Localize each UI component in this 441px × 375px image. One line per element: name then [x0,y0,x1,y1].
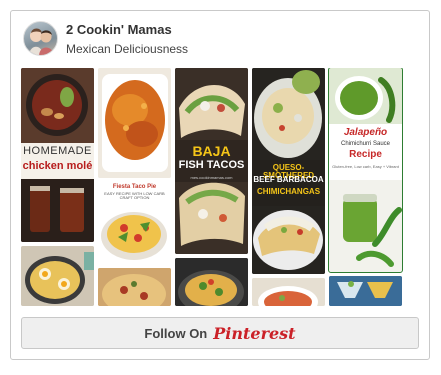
baja-title-line1: BAJA [192,143,231,159]
pin-baja-fish-tacos[interactable]: BAJA FISH TACOS mes.cookinmamas.com [175,68,248,254]
pin-fiesta-taco-pie[interactable]: Fiesta Taco Pie EASY RECIPE WITH LOW CAR… [98,182,171,264]
board-name[interactable]: Mexican Deliciousness [66,42,188,56]
profile-name[interactable]: 2 Cookin' Mamas [66,22,172,37]
mole-title-line2: chicken molé [22,160,93,172]
mole-title-line1: HOMEMADE [23,145,92,157]
chimi-title-line2: BEEF BARBACOA [253,175,324,184]
pin-pizza[interactable] [98,268,171,306]
pin-soup[interactable] [252,278,325,306]
fiesta-title: Fiesta Taco Pie [112,184,157,190]
pin-chimichangas[interactable]: QUESO-SMOTHERED BEEF BARBACOA CHIMICHANG… [252,68,325,274]
baja-site: mes.cookinmamas.com [190,175,233,180]
chimichurri-photo-icon [329,68,402,272]
pin-eggs-skillet[interactable] [21,246,94,306]
salsa-title-line3: Recipe [349,149,382,160]
baja-title-line2: FISH TACOS [178,159,245,171]
profile-avatar[interactable] [23,21,58,56]
pin-nachos[interactable] [175,258,248,306]
follow-label: Follow On [144,325,208,341]
chimi-title-line3: CHIMICHANGAS [256,187,321,196]
avatar-photo-icon [29,28,54,55]
margarita-photo-icon [329,276,402,306]
pin-margarita[interactable] [329,276,402,306]
skillet-photo-icon [21,246,94,306]
salsa-title-line1: Jalapeño [343,127,388,138]
soup-photo-icon [252,278,325,306]
pin-enchiladas[interactable] [98,68,171,178]
nachos-photo-icon [175,258,248,306]
salsa-title-line4: Gluten-free, Low carb, Easy + Vibrant [332,164,399,169]
enchilada-photo-icon [98,68,171,178]
follow-on-pinterest-button[interactable]: Follow On Pinterest [21,317,419,349]
salsa-title-line2: Chimichurri Sauce [340,141,391,147]
pizza-photo-icon [98,268,171,306]
pinterest-logo: Pinterest [213,323,296,343]
pin-chicken-mole[interactable]: HOMEMADE chicken molé [21,68,94,242]
fiesta-subtitle: EASY RECIPE WITH LOW CARB CRAFT OPTION [104,191,165,201]
pin-widget: 2 Cookin' Mamas Mexican Deliciousness HO… [10,10,430,360]
pin-jalapeno-chimichurri[interactable]: Jalapeño Chimichurri Sauce Recipe Gluten… [328,68,403,273]
pin-grid: HOMEMADE chicken molé Fiesta Taco Pie EA… [21,68,403,306]
